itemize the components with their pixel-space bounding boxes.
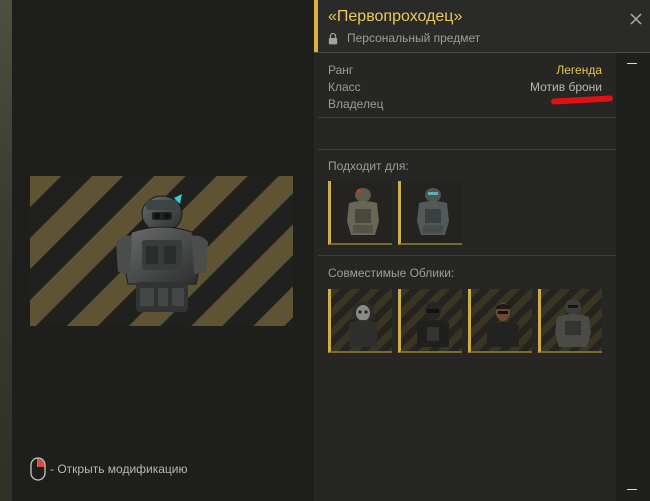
skin-item-1[interactable] bbox=[328, 289, 392, 353]
scrollbar[interactable] bbox=[616, 53, 650, 501]
skin-item-4[interactable] bbox=[538, 289, 602, 353]
skins-title: Совместимые Облики: bbox=[328, 266, 455, 280]
stat-label: Владелец bbox=[328, 97, 384, 111]
scroll-down-marker[interactable] bbox=[627, 489, 637, 490]
preview-panel: - Открыть модификацию bbox=[12, 0, 314, 501]
stat-row-rank: Ранг Легенда bbox=[328, 62, 602, 79]
divider bbox=[318, 149, 616, 150]
item-preview bbox=[30, 176, 293, 326]
skin-4-icon bbox=[555, 299, 591, 347]
mouse-icon bbox=[30, 457, 46, 481]
armor-variant-1-icon bbox=[347, 188, 379, 235]
stat-label: Ранг bbox=[328, 63, 354, 77]
skin-3-icon bbox=[487, 303, 519, 347]
item-header: «Первопроходец» Персональный предмет bbox=[314, 0, 650, 52]
divider bbox=[318, 117, 616, 118]
stat-row-class: Класс Мотив брони bbox=[328, 79, 602, 96]
item-title: «Первопроходец» bbox=[328, 8, 463, 25]
suitable-item-1[interactable] bbox=[328, 181, 392, 245]
hint-text: - Открыть модификацию bbox=[50, 462, 188, 476]
skin-2-icon bbox=[417, 302, 449, 347]
subtitle-text: Персональный предмет bbox=[347, 31, 481, 45]
stat-value-class: Мотив брони bbox=[530, 80, 602, 94]
lock-icon bbox=[328, 32, 338, 44]
skin-1-icon bbox=[349, 301, 377, 347]
background-edge bbox=[0, 0, 12, 501]
skin-item-3[interactable] bbox=[468, 289, 532, 353]
stat-value-rank: Легенда bbox=[556, 63, 602, 77]
item-details-panel: «Первопроходец» Персональный предмет Ран… bbox=[314, 0, 650, 501]
armor-variant-2-icon bbox=[417, 188, 449, 235]
skin-item-2[interactable] bbox=[398, 289, 462, 353]
open-mod-hint: - Открыть модификацию bbox=[30, 457, 188, 481]
suitable-item-2[interactable] bbox=[398, 181, 462, 245]
stats-list: Ранг Легенда Класс Мотив брони Владелец bbox=[328, 62, 602, 113]
details-content: Ранг Легенда Класс Мотив брони Владелец … bbox=[314, 53, 616, 501]
close-icon[interactable] bbox=[628, 11, 644, 27]
scroll-up-marker[interactable] bbox=[627, 63, 637, 64]
divider bbox=[318, 255, 616, 256]
armor-preview-image bbox=[116, 194, 208, 312]
item-subtitle: Персональный предмет bbox=[328, 31, 480, 45]
suitable-title: Подходит для: bbox=[328, 159, 409, 173]
stat-label: Класс bbox=[328, 80, 361, 94]
